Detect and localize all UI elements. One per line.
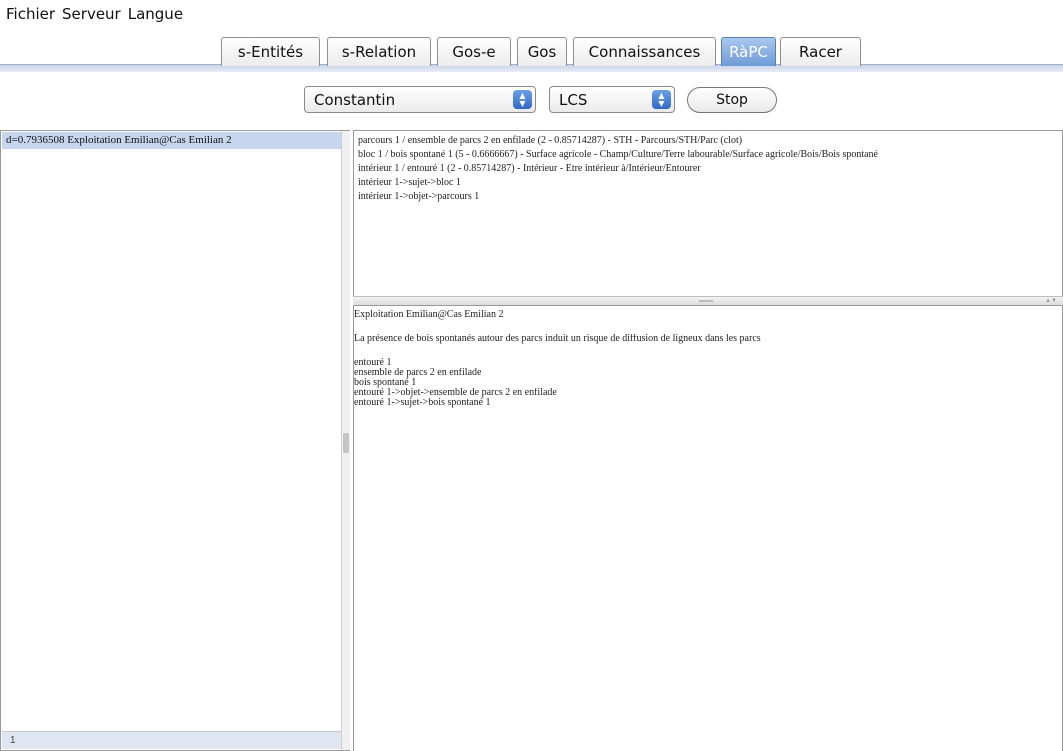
horizontal-scrollbar[interactable]: 1 xyxy=(2,731,341,749)
tab-rapc[interactable]: RàPC xyxy=(721,37,776,66)
tab-gos-e[interactable]: Gos-e xyxy=(437,37,511,66)
tab-racer[interactable]: Racer xyxy=(780,37,861,66)
case-line: entouré 1->sujet->bois spontané 1 xyxy=(354,398,491,408)
menu-fichier[interactable]: Fichier xyxy=(6,5,55,23)
tab-bar: s-Entités s-Relation Gos-e Gos Connaissa… xyxy=(0,34,1063,76)
match-line: bloc 1 / bois spontané 1 (5 - 0.6666667)… xyxy=(358,149,878,160)
split-pane-divider[interactable]: ▲▼ xyxy=(353,296,1063,306)
case-line: entouré 1 xyxy=(354,358,392,368)
match-line: parcours 1 / ensemble de parcs 2 en enfi… xyxy=(358,135,743,146)
match-line: intérieur 1->sujet->bloc 1 xyxy=(358,177,461,188)
case-line: bois spontané 1 xyxy=(354,378,417,388)
tab-connaissances[interactable]: Connaissances xyxy=(573,37,716,66)
tab-s-relation[interactable]: s-Relation xyxy=(327,37,431,66)
match-line: intérieur 1 / entouré 1 (2 - 0.85714287)… xyxy=(358,163,701,174)
case-sentence: La présence de bois spontanés autour des… xyxy=(354,334,761,344)
method-select[interactable]: LCS ▲ ▼ xyxy=(549,86,675,113)
scroll-status: 1 xyxy=(10,735,16,746)
list-item[interactable]: d=0.7936508 Exploitation Emilian@Cas Emi… xyxy=(2,132,341,149)
case-line: entouré 1->objet->ensemble de parcs 2 en… xyxy=(354,388,557,398)
case-title: Exploitation Emilian@Cas Emilian 2 xyxy=(354,310,504,320)
menu-bar: Fichier Serveur Langue xyxy=(0,0,1063,28)
vertical-scrollbar[interactable] xyxy=(341,131,350,750)
user-select-value: Constantin xyxy=(314,90,396,109)
case-list-panel: d=0.7936508 Exploitation Emilian@Cas Emi… xyxy=(0,130,350,751)
user-select[interactable]: Constantin ▲ ▼ xyxy=(304,86,536,113)
menu-langue[interactable]: Langue xyxy=(128,5,183,23)
toolbar: Constantin ▲ ▼ LCS ▲ ▼ Stop xyxy=(0,82,1063,120)
stop-button[interactable]: Stop xyxy=(687,87,777,113)
scrollbar-thumb[interactable] xyxy=(343,433,349,453)
up-down-chevron-icon: ▲ ▼ xyxy=(652,90,671,109)
menu-serveur[interactable]: Serveur xyxy=(62,5,121,23)
case-description-panel: Exploitation Emilian@Cas Emilian 2 La pr… xyxy=(353,306,1063,751)
match-line: intérieur 1->objet->parcours 1 xyxy=(358,191,480,202)
divider-grip-icon xyxy=(699,300,713,302)
tab-s-entites[interactable]: s-Entités xyxy=(221,37,320,66)
match-details-panel: parcours 1 / ensemble de parcs 2 en enfi… xyxy=(353,130,1063,308)
up-down-chevron-icon: ▲ ▼ xyxy=(513,90,532,109)
tab-gos[interactable]: Gos xyxy=(517,37,567,66)
method-select-value: LCS xyxy=(559,90,588,109)
case-line: ensemble de parcs 2 en enfilade xyxy=(354,368,482,378)
divider-arrows-icon: ▲▼ xyxy=(1045,298,1057,304)
